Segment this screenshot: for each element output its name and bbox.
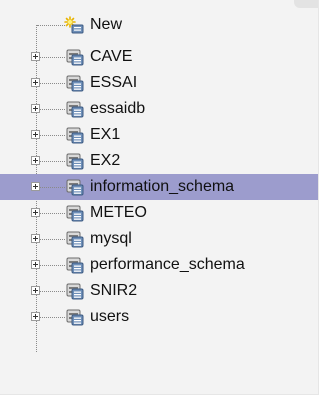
tree-connector xyxy=(37,213,65,214)
expand-plus-icon[interactable] xyxy=(31,286,40,295)
database-icon xyxy=(66,179,84,196)
tree-connector xyxy=(37,25,65,26)
tree-item-new[interactable]: New xyxy=(0,12,318,38)
tree-item-label: METEO xyxy=(90,204,147,221)
tree-connector xyxy=(37,83,65,84)
database-icon xyxy=(66,49,84,66)
tree-item-database[interactable]: EX2 xyxy=(0,148,318,174)
tree-connector xyxy=(37,135,65,136)
tree-item-label: ESSAI xyxy=(90,74,138,91)
database-icon xyxy=(66,309,84,326)
tree-connector xyxy=(37,239,65,240)
database-icon xyxy=(66,257,84,274)
tree-item-database[interactable]: CAVE xyxy=(0,44,318,70)
tree-item-database[interactable]: essaidb xyxy=(0,96,318,122)
expand-plus-icon[interactable] xyxy=(31,260,40,269)
expand-plus-icon[interactable] xyxy=(31,234,40,243)
expand-plus-icon[interactable] xyxy=(31,312,40,321)
expand-plus-icon[interactable] xyxy=(31,104,40,113)
tree-item-database[interactable]: users xyxy=(0,304,318,330)
tree-item-database[interactable]: EX1 xyxy=(0,122,318,148)
expand-plus-icon[interactable] xyxy=(31,208,40,217)
tree-item-label: EX1 xyxy=(90,126,121,143)
tree-item-label: CAVE xyxy=(90,48,133,65)
expand-plus-icon[interactable] xyxy=(31,156,40,165)
tree-item-database[interactable]: information_schema xyxy=(0,174,318,200)
tree-connector xyxy=(37,265,65,266)
tree-item-label: SNIR2 xyxy=(90,282,138,299)
expand-plus-icon[interactable] xyxy=(31,182,40,191)
database-icon xyxy=(66,231,84,248)
tree-item-database[interactable]: METEO xyxy=(0,200,318,226)
tree-item-database[interactable]: mysql xyxy=(0,226,318,252)
database-icon xyxy=(66,153,84,170)
tree-item-label: users xyxy=(90,308,130,325)
tree-item-label: mysql xyxy=(90,230,132,247)
tree-connector xyxy=(37,291,65,292)
tree-connector xyxy=(37,317,65,318)
tree-item-database[interactable]: SNIR2 xyxy=(0,278,318,304)
database-icon xyxy=(66,127,84,144)
tree-connector xyxy=(37,57,65,58)
database-icon xyxy=(66,205,84,222)
tree-item-database[interactable]: performance_schema xyxy=(0,252,318,278)
tree-item-label: New xyxy=(90,16,123,33)
database-icon xyxy=(66,75,84,92)
scrollbar-corner[interactable] xyxy=(294,0,318,8)
tree-item-label: EX2 xyxy=(90,152,121,169)
tree-item-label: essaidb xyxy=(90,100,146,117)
tree-item-database[interactable]: ESSAI xyxy=(0,70,318,96)
database-icon xyxy=(66,101,84,118)
expand-plus-icon[interactable] xyxy=(31,52,40,61)
tree-connector xyxy=(37,109,65,110)
tree-connector xyxy=(37,161,65,162)
database-icon xyxy=(66,283,84,300)
new-database-icon xyxy=(64,16,84,34)
tree-item-label: information_schema xyxy=(90,178,235,195)
tree-item-label: performance_schema xyxy=(90,256,245,273)
expand-plus-icon[interactable] xyxy=(31,78,40,87)
tree-connector xyxy=(37,187,65,188)
database-tree-panel: New CAVE ESSAI essaidb EX1 EX2 information_sc… xyxy=(0,0,319,395)
expand-plus-icon[interactable] xyxy=(31,130,40,139)
